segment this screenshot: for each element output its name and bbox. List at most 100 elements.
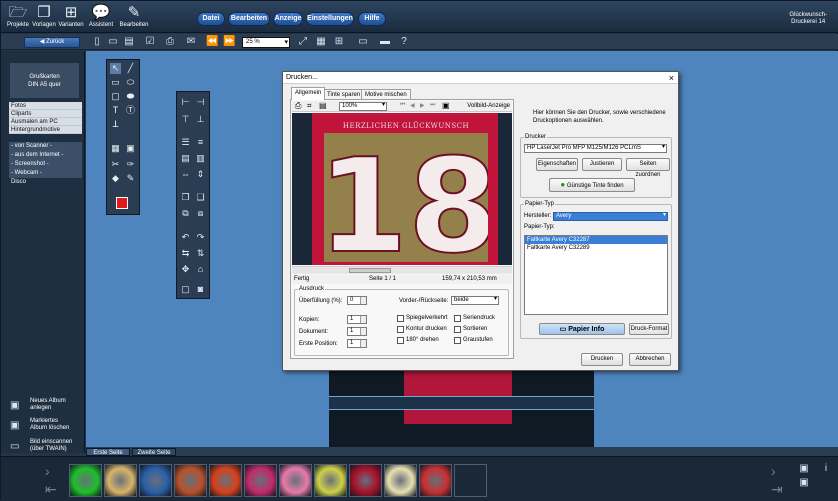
- menu-hilfe[interactable]: Hilfe: [358, 12, 386, 26]
- list-item[interactable]: - Screenshot -: [9, 160, 82, 169]
- first-page-icon[interactable]: ⏮: [400, 102, 405, 109]
- format-box[interactable]: Grußkarten DIN A5 quer: [10, 63, 79, 98]
- check-icon[interactable]: ☑: [144, 36, 156, 48]
- next-icon[interactable]: ⏩: [223, 36, 235, 48]
- next-page-icon[interactable]: ▶: [420, 102, 425, 109]
- ungroup-icon[interactable]: ⧈: [195, 208, 206, 219]
- zoom-select[interactable]: 25 %: [242, 37, 290, 48]
- menu-anzeige[interactable]: Anzeige: [273, 12, 303, 26]
- flip-h-icon[interactable]: ⇆: [180, 248, 191, 259]
- last-page-icon[interactable]: ⏭: [430, 102, 435, 109]
- move-icon[interactable]: ✥: [180, 264, 191, 275]
- grid-view-icon[interactable]: ⊞: [333, 36, 345, 48]
- eigenschaften-button[interactable]: Eigenschaften: [536, 158, 578, 171]
- vollbild-label[interactable]: Vollbild-Anzeige: [467, 102, 510, 111]
- qr-icon[interactable]: ▦: [315, 36, 327, 48]
- papier-info-button[interactable]: ▭ Papier Info: [539, 323, 625, 335]
- new-album-button[interactable]: ▣ Neues Album anlegen: [10, 398, 82, 412]
- align-top-icon[interactable]: ⊤: [180, 114, 191, 125]
- image-thumbnail[interactable]: [454, 464, 487, 497]
- rotate-right-icon[interactable]: ↷: [195, 232, 206, 243]
- back-icon[interactable]: ❑: [195, 192, 206, 203]
- mail-icon[interactable]: ✉: [185, 36, 197, 48]
- rectangle-icon[interactable]: ▭: [110, 77, 121, 88]
- help-icon[interactable]: ?: [398, 36, 410, 48]
- text-circle-icon[interactable]: Ⓣ: [125, 105, 136, 116]
- image-thumbnail[interactable]: [209, 464, 242, 497]
- clip-icon[interactable]: ✂: [110, 159, 121, 170]
- assistent-tool[interactable]: 💬 Assistent: [87, 3, 115, 29]
- lock-icon[interactable]: ⌂: [195, 264, 206, 275]
- image-thumbnail[interactable]: [244, 464, 277, 497]
- new-page-icon[interactable]: ▯: [91, 36, 103, 48]
- center-icon[interactable]: ≡: [195, 137, 206, 148]
- line-icon[interactable]: ╱: [125, 63, 136, 74]
- list-item[interactable]: Disco: [11, 179, 26, 185]
- chevron-left-icon[interactable]: ›: [45, 464, 50, 478]
- scrollbar-thumb[interactable]: [349, 268, 391, 273]
- scroll-end-icon[interactable]: ⇥: [771, 482, 783, 496]
- drehen-checkbox[interactable]: [397, 337, 404, 344]
- ellipse-icon[interactable]: ⬭: [125, 77, 136, 88]
- add-image-icon[interactable]: ▣: [798, 463, 810, 475]
- justieren-button[interactable]: Justieren: [582, 158, 622, 171]
- erste-position-input[interactable]: 1: [347, 339, 367, 348]
- pointer-icon[interactable]: ↖: [110, 63, 121, 74]
- menu-datei[interactable]: Datei: [197, 12, 225, 26]
- color-swatch[interactable]: [116, 197, 128, 209]
- list-item[interactable]: Hintergrundmotive: [9, 126, 82, 134]
- druck-format-button[interactable]: Druck-Format: [629, 323, 669, 335]
- list-item[interactable]: Fotos: [9, 102, 82, 110]
- info-icon[interactable]: i: [820, 463, 832, 475]
- abbrechen-button[interactable]: Abbrechen: [629, 353, 671, 366]
- image-thumbnail[interactable]: [349, 464, 382, 497]
- text-path-icon[interactable]: ꓕ: [110, 119, 121, 130]
- distribute-icon[interactable]: ☰: [180, 137, 191, 148]
- chevron-right-icon[interactable]: ›: [771, 464, 776, 478]
- open-icon[interactable]: ▭: [107, 36, 119, 48]
- projekte-tool[interactable]: 🗁 Projekte: [5, 3, 31, 29]
- ink-icon[interactable]: ▬: [376, 36, 394, 48]
- list-item[interactable]: Faltkarte Avery C32287: [525, 236, 667, 244]
- scroll-start-icon[interactable]: ⇤: [45, 482, 57, 496]
- image-thumbnail[interactable]: [314, 464, 347, 497]
- fill-icon[interactable]: ◆: [110, 173, 121, 184]
- align-left-icon[interactable]: ⊢: [180, 97, 191, 108]
- width-icon[interactable]: ⇔: [180, 169, 191, 180]
- print-icon[interactable]: ⎙: [164, 36, 176, 48]
- delete-album-button[interactable]: ▣ Markiertes Album löschen: [10, 418, 82, 432]
- scan-image-button[interactable]: ▭ Bild einscannen (über TWAIN): [10, 439, 82, 453]
- guenstige-tinte-button[interactable]: ● Günstige Tinte finden: [549, 178, 635, 192]
- tab-allgemein[interactable]: Allgemein: [291, 87, 326, 100]
- kontur-checkbox[interactable]: [397, 326, 404, 333]
- seriendruck-checkbox[interactable]: [454, 315, 461, 322]
- close-icon[interactable]: ×: [669, 73, 674, 83]
- size-icon[interactable]: ▤: [180, 153, 191, 164]
- fit-page-icon[interactable]: ⤢: [297, 36, 309, 48]
- rotate-left-icon[interactable]: ↶: [180, 232, 191, 243]
- ueberfuellung-input[interactable]: 0: [347, 296, 367, 305]
- shadow-icon[interactable]: ◙: [195, 284, 206, 295]
- image-thumbnail[interactable]: [139, 464, 172, 497]
- image-frame-icon[interactable]: ▣: [125, 143, 136, 154]
- align-right-icon[interactable]: ⊣: [195, 97, 206, 108]
- varianten-tool[interactable]: ⊞ Varianten: [57, 3, 85, 29]
- list-item[interactable]: Faltkarte Avery C32289: [525, 244, 667, 252]
- list-item[interactable]: - Webcam -: [9, 169, 82, 178]
- vorlagen-tool[interactable]: ❐ Vorlagen: [31, 3, 57, 29]
- prev-icon[interactable]: ⏪: [206, 36, 218, 48]
- crop-icon[interactable]: ⌗: [307, 101, 312, 111]
- tab-zweite-seite[interactable]: Zweite Seite: [132, 448, 176, 456]
- menu-bearbeiten[interactable]: Bearbeiten: [228, 12, 270, 26]
- height-icon[interactable]: ⇕: [195, 169, 206, 180]
- sortieren-checkbox[interactable]: [454, 326, 461, 333]
- image-thumbnail[interactable]: [69, 464, 102, 497]
- rounded-rect-icon[interactable]: ▢: [110, 91, 121, 102]
- brush-icon[interactable]: ✎: [125, 173, 136, 184]
- image-thumbnail[interactable]: [384, 464, 417, 497]
- back-button[interactable]: ◀ Zurück: [24, 37, 80, 48]
- tab-erste-seite[interactable]: Erste Seite: [86, 448, 130, 456]
- flip-v-icon[interactable]: ⇅: [195, 248, 206, 259]
- horizontal-scrollbar[interactable]: [292, 266, 512, 274]
- text-icon[interactable]: T: [110, 105, 121, 116]
